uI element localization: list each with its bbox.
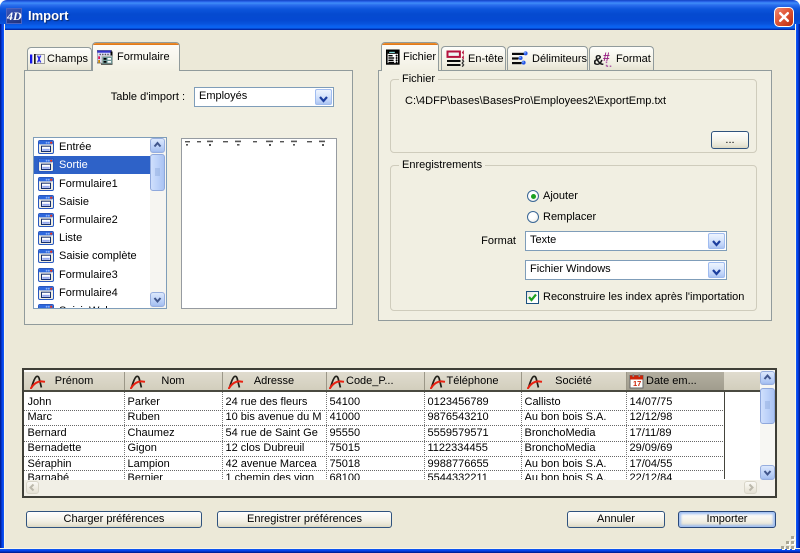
svg-text:17: 17: [633, 379, 641, 388]
